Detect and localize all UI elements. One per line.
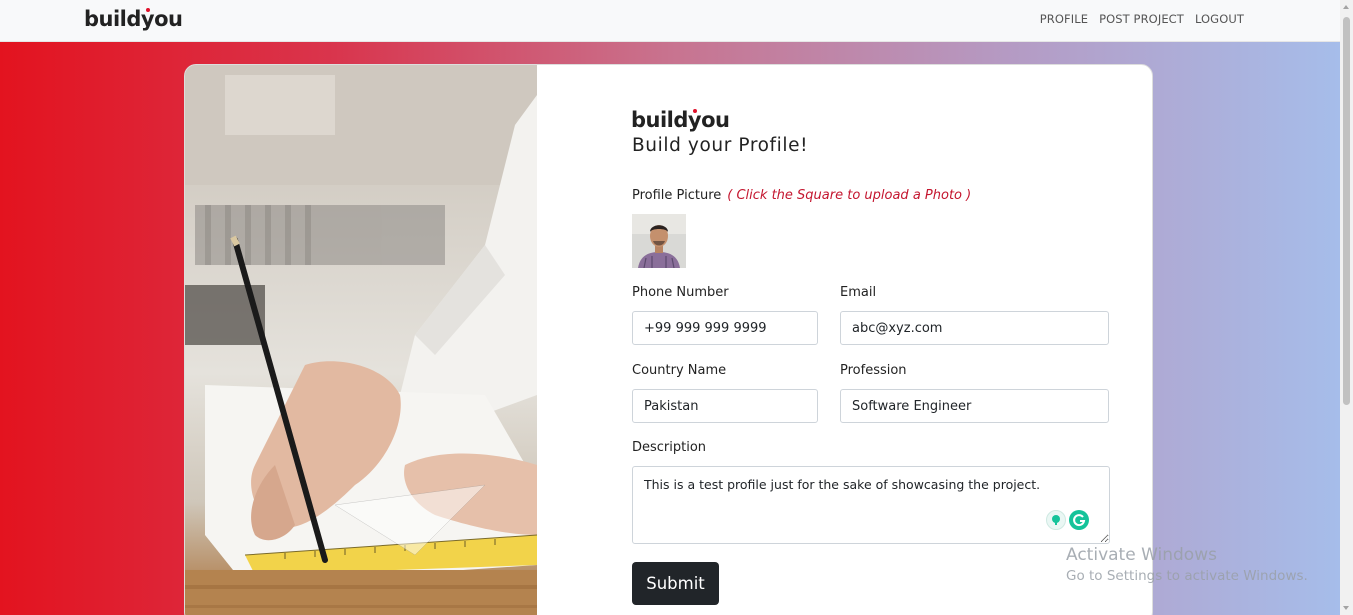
nav-link-post-project[interactable]: POST PROJECT <box>1099 12 1184 26</box>
logo-dot-icon <box>146 8 150 12</box>
nav-link-profile[interactable]: PROFILE <box>1040 12 1088 26</box>
hero-photo <box>185 65 537 615</box>
grammarly-widget[interactable] <box>1046 510 1089 530</box>
profile-picture-label-text: Profile Picture <box>632 188 722 203</box>
nav-links: PROFILE POST PROJECT LOGOUT <box>1040 12 1244 26</box>
logo-dot-icon <box>693 109 697 113</box>
profession-input[interactable] <box>840 389 1109 423</box>
hero-photo-illustration <box>185 65 537 615</box>
brand-logo[interactable]: buildyou <box>84 7 183 31</box>
profile-card: buildyou Build your Profile! Profile Pic… <box>184 64 1153 615</box>
scrollbar-thumb[interactable] <box>1343 17 1350 405</box>
description-label: Description <box>632 440 707 455</box>
submit-button[interactable]: Submit <box>632 562 719 605</box>
country-input[interactable] <box>632 389 818 423</box>
country-label: Country Name <box>632 363 727 378</box>
grammarly-suggestion-icon[interactable] <box>1046 510 1066 530</box>
profile-picture-upload[interactable] <box>632 214 686 268</box>
phone-label: Phone Number <box>632 285 729 300</box>
email-input[interactable] <box>840 311 1109 345</box>
phone-input[interactable] <box>632 311 818 345</box>
profile-picture-label: Profile Picture ( Click the Square to upl… <box>632 188 971 203</box>
scroll-down-icon[interactable] <box>1343 606 1349 610</box>
email-label: Email <box>840 285 877 300</box>
vertical-scrollbar[interactable] <box>1340 0 1353 615</box>
avatar-photo <box>632 214 686 268</box>
navbar: buildyou PROFILE POST PROJECT LOGOUT <box>0 0 1340 42</box>
profile-form: buildyou Build your Profile! Profile Pic… <box>631 65 1131 615</box>
form-brand-logo-text: buildyou <box>631 108 730 132</box>
page-title: Build your Profile! <box>632 135 809 156</box>
scroll-up-icon[interactable] <box>1343 5 1349 9</box>
form-brand-logo: buildyou <box>631 108 730 132</box>
grammarly-icon[interactable] <box>1069 510 1089 530</box>
profession-label: Profession <box>840 363 907 378</box>
brand-logo-text: buildyou <box>84 7 183 31</box>
nav-link-logout[interactable]: LOGOUT <box>1195 12 1244 26</box>
description-textarea[interactable]: This is a test profile just for the sake… <box>632 466 1110 544</box>
profile-picture-hint: ( Click the Square to upload a Photo ) <box>727 188 972 203</box>
